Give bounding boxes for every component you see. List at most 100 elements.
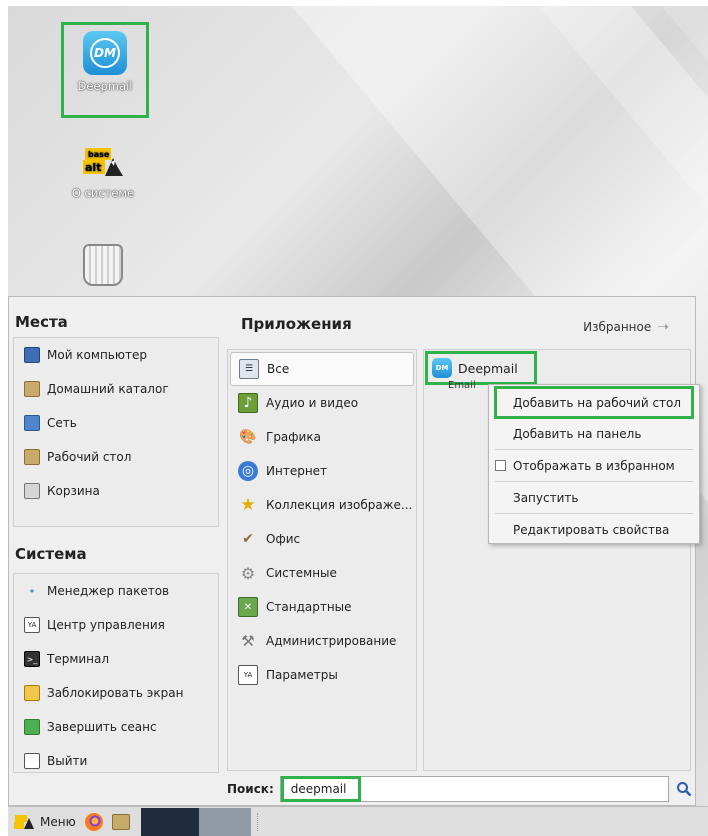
taskbar-window-1[interactable] <box>140 807 199 836</box>
svg-text:base: base <box>88 150 110 159</box>
category-all[interactable]: ☰ Все <box>230 352 414 386</box>
category-administration[interactable]: ⚒ Администрирование <box>230 624 414 658</box>
computer-icon <box>24 347 40 363</box>
star-icon: ★ <box>240 495 256 515</box>
taskbar-window-2[interactable] <box>198 807 251 836</box>
desktop-icon-trash[interactable] <box>62 244 144 286</box>
system-label: Выйти <box>47 754 88 768</box>
search-input[interactable]: deepmail <box>279 776 669 802</box>
system-control-center[interactable]: YA Центр управления <box>14 608 218 642</box>
system-label: Менеджер пакетов <box>47 584 170 598</box>
ctx-edit-properties[interactable]: Редактировать свойства <box>489 514 699 545</box>
svg-text:alt: alt <box>85 161 101 174</box>
favorites-label: Избранное <box>583 320 652 334</box>
context-menu: Добавить на рабочий стол Добавить на пан… <box>488 384 700 544</box>
place-desktop[interactable]: Рабочий стол <box>14 440 218 474</box>
category-audio-video[interactable]: ♪ Аудио и видео <box>230 386 414 420</box>
categories-list: ☰ Все ♪ Аудио и видео 🎨 Графика ◎ Интерн… <box>227 349 417 771</box>
firefox-icon[interactable] <box>84 812 104 832</box>
system-terminal[interactable]: >_ Терминал <box>14 642 218 676</box>
place-home[interactable]: Домашний каталог <box>14 372 218 406</box>
category-label: Интернет <box>266 464 328 478</box>
control-center-icon: YA <box>24 617 40 633</box>
desktop-folder-icon <box>24 449 40 465</box>
place-network[interactable]: Сеть <box>14 406 218 440</box>
deepmail-logo-icon: DM <box>432 358 452 378</box>
system-package-manager[interactable]: • Менеджер пакетов <box>14 574 218 608</box>
file-manager-icon[interactable] <box>111 813 130 830</box>
category-label: Коллекция изображе... <box>266 498 413 512</box>
system-list: • Менеджер пакетов YA Центр управления >… <box>13 573 219 773</box>
home-folder-icon <box>24 381 40 397</box>
system-logout[interactable]: Завершить сеанс <box>14 710 218 744</box>
ctx-label: Редактировать свойства <box>513 522 670 537</box>
search-value: deepmail <box>280 776 361 802</box>
category-image-collection[interactable]: ★ Коллекция изображе... <box>230 488 414 522</box>
deepmail-logo-icon: DM <box>83 31 127 75</box>
places-title: Места <box>15 313 68 331</box>
internet-icon: ◎ <box>238 461 258 481</box>
taskbar-separator <box>256 812 259 831</box>
category-label: Офис <box>266 532 301 546</box>
search-bar: Поиск: deepmail <box>227 775 695 803</box>
app-deepmail[interactable]: DM Deepmail <box>425 351 537 385</box>
system-label: Центр управления <box>47 618 165 632</box>
arrow-right-icon: ➝ <box>657 319 669 335</box>
base-alt-logo-icon: base alt <box>81 146 125 184</box>
app-subtitle: Email <box>448 380 476 391</box>
category-label: Администрирование <box>266 634 397 648</box>
system-title: Система <box>15 545 87 563</box>
graphics-icon: 🎨 <box>239 429 257 445</box>
category-label: Параметры <box>266 668 338 682</box>
taskbar: Меню <box>8 806 708 836</box>
search-button[interactable] <box>673 781 695 797</box>
accessories-icon: ✕ <box>238 597 258 617</box>
place-label: Рабочий стол <box>47 450 132 464</box>
place-label: Корзина <box>47 484 100 498</box>
lock-screen-icon <box>24 685 40 701</box>
ctx-add-to-panel[interactable]: Добавить на панель <box>489 418 699 449</box>
application-menu: Места Мой компьютер Домашний каталог Сет… <box>8 296 696 806</box>
system-label: Завершить сеанс <box>47 720 157 734</box>
category-graphics[interactable]: 🎨 Графика <box>230 420 414 454</box>
settings-icon: YA <box>238 665 258 685</box>
terminal-icon: >_ <box>24 651 40 667</box>
system-exit[interactable]: Выйти <box>14 744 218 778</box>
taskbar-menu-button[interactable]: Меню <box>8 814 76 830</box>
trash-icon <box>83 244 123 286</box>
office-icon: ✔ <box>242 531 254 547</box>
system-label: Терминал <box>47 652 110 666</box>
category-office[interactable]: ✔ Офис <box>230 522 414 556</box>
package-manager-icon: • <box>28 584 36 598</box>
category-label: Аудио и видео <box>266 396 359 410</box>
ctx-add-to-desktop[interactable]: Добавить на рабочий стол <box>494 386 694 419</box>
checkbox-icon[interactable] <box>495 460 506 471</box>
desktop-icon-deepmail[interactable]: DM Deepmail <box>61 22 149 118</box>
category-system[interactable]: ⚙ Системные <box>230 556 414 590</box>
ctx-label: Запустить <box>513 490 579 505</box>
taskbar-menu-label: Меню <box>40 814 76 829</box>
system-icon: ⚙ <box>240 563 256 583</box>
place-my-computer[interactable]: Мой компьютер <box>14 338 218 372</box>
audio-video-icon: ♪ <box>238 393 258 413</box>
places-list: Мой компьютер Домашний каталог Сеть Рабо… <box>13 337 219 527</box>
ctx-show-in-favorites[interactable]: Отображать в избранном <box>489 450 699 481</box>
ctx-label: Отображать в избранном <box>513 458 675 473</box>
system-label: Заблокировать экран <box>47 686 184 700</box>
desktop-icon-label: О системе <box>71 186 135 200</box>
category-label: Стандартные <box>266 600 352 614</box>
desktop-icon-label: Deepmail <box>77 79 133 93</box>
category-accessories[interactable]: ✕ Стандартные <box>230 590 414 624</box>
system-lock-screen[interactable]: Заблокировать экран <box>14 676 218 710</box>
category-internet[interactable]: ◎ Интернет <box>230 454 414 488</box>
favorites-link[interactable]: Избранное ➝ <box>583 319 669 335</box>
ctx-label: Добавить на рабочий стол <box>513 395 682 410</box>
category-label: Все <box>267 362 290 376</box>
desktop-icon-about-system[interactable]: base alt О системе <box>62 146 144 200</box>
network-icon <box>24 415 40 431</box>
place-trash[interactable]: Корзина <box>14 474 218 508</box>
ctx-launch[interactable]: Запустить <box>489 482 699 513</box>
category-label: Графика <box>266 430 321 444</box>
logout-icon <box>24 719 40 735</box>
category-settings[interactable]: YA Параметры <box>230 658 414 692</box>
